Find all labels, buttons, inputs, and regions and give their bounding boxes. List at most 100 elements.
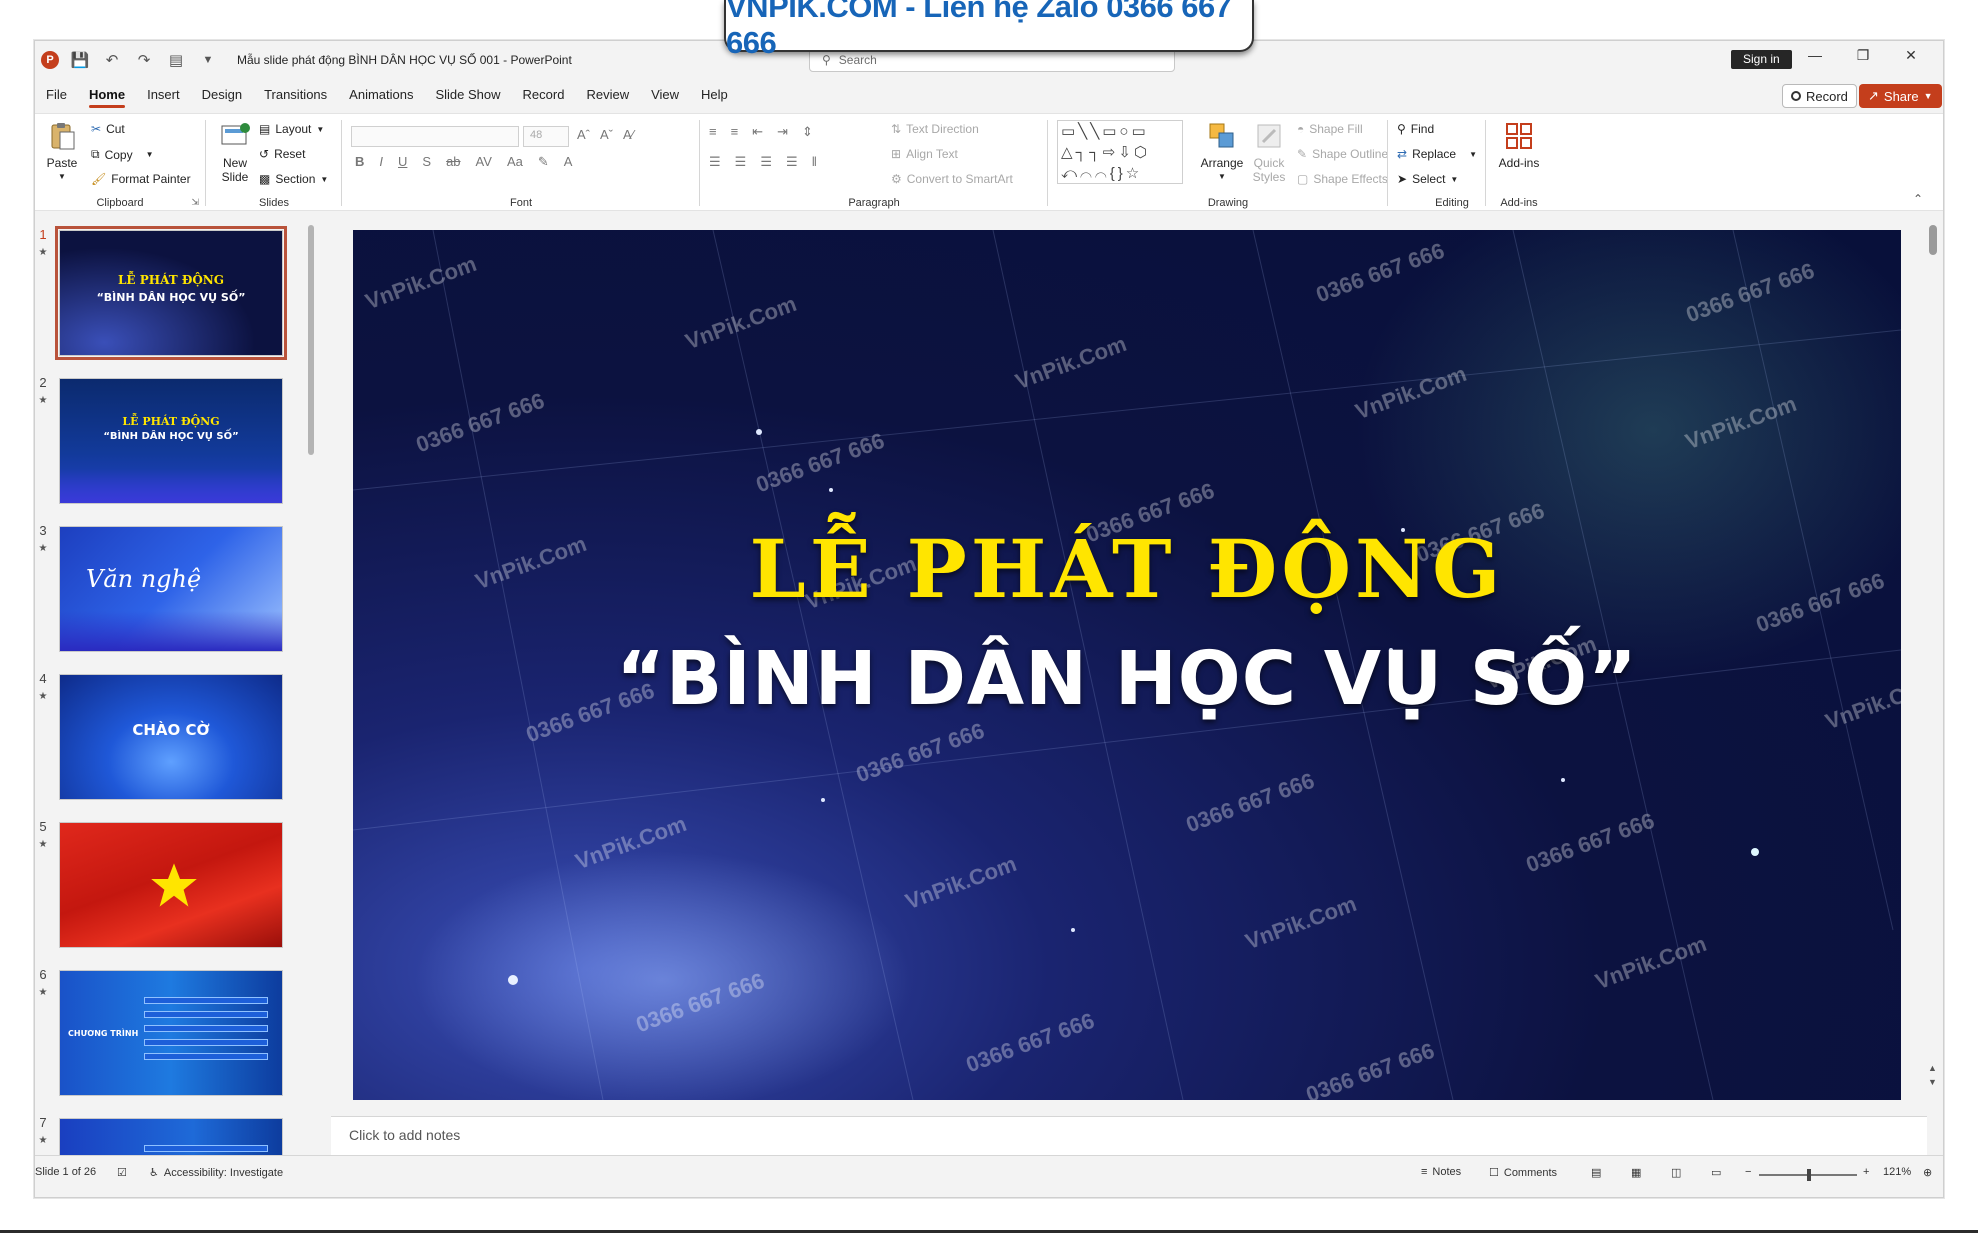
shape-outline-button[interactable]: ✎ Shape Outline bbox=[1297, 147, 1388, 161]
character-spacing-icon[interactable]: AV bbox=[476, 154, 492, 170]
numbering-icon[interactable]: ≡ bbox=[731, 124, 739, 140]
zoom-in-icon[interactable]: + bbox=[1863, 1166, 1869, 1178]
shape-fill-button[interactable]: ◓ Shape Fill bbox=[1297, 122, 1363, 136]
minimize-icon[interactable]: — bbox=[1791, 47, 1839, 64]
shapes-gallery[interactable]: ▭╲╲▭○▭ △┐┐⇨⇩⬡ ⤺⌒⌒{}☆ bbox=[1057, 120, 1183, 184]
strikethrough-icon[interactable]: ab bbox=[446, 154, 460, 170]
slide-thumbnail-6[interactable]: 6 ★ CHƯƠNG TRÌNH bbox=[35, 967, 305, 1107]
zoom-out-icon[interactable]: − bbox=[1745, 1166, 1751, 1178]
thumbnails-scrollbar[interactable] bbox=[307, 213, 315, 1157]
collapse-ribbon-icon[interactable]: ⌃ bbox=[1913, 192, 1923, 206]
comments-button[interactable]: ☐ Comments bbox=[1489, 1166, 1557, 1180]
align-left-icon[interactable]: ☰ bbox=[709, 154, 721, 170]
tab-view[interactable]: View bbox=[640, 79, 690, 111]
slide-thumbnail-5[interactable]: 5 ★ bbox=[35, 819, 305, 959]
reading-view-icon[interactable]: ◫ bbox=[1671, 1166, 1681, 1179]
italic-icon[interactable]: I bbox=[379, 154, 383, 170]
next-slide-icon[interactable]: ▼ bbox=[1928, 1077, 1937, 1087]
save-icon[interactable]: 💾 bbox=[69, 49, 91, 71]
restore-icon[interactable]: ❐ bbox=[1839, 47, 1887, 64]
slide-title[interactable]: LỄ PHÁT ĐỘNG bbox=[353, 522, 1901, 616]
align-center-icon[interactable]: ☰ bbox=[735, 154, 747, 170]
tab-help[interactable]: Help bbox=[690, 79, 739, 111]
shrink-font-icon[interactable]: Aˇ bbox=[600, 127, 613, 142]
zoom-slider-handle[interactable] bbox=[1807, 1169, 1811, 1181]
section-button[interactable]: ▩ Section ▼ bbox=[259, 172, 328, 186]
dialog-launcher-icon[interactable]: ⇲ bbox=[191, 197, 199, 208]
slide-thumbnail-7[interactable]: 7 ★ bbox=[35, 1115, 305, 1157]
tab-insert[interactable]: Insert bbox=[136, 79, 191, 111]
format-painter-button[interactable]: 🖌 Format Painter bbox=[91, 172, 191, 186]
clear-formatting-icon[interactable]: A∕ bbox=[623, 127, 634, 142]
notes-pane[interactable]: Click to add notes bbox=[331, 1116, 1927, 1156]
sign-in-button[interactable]: Sign in bbox=[1731, 50, 1792, 69]
change-case-icon[interactable]: Aa bbox=[507, 154, 523, 170]
convert-smartart-button[interactable]: ⚙ Convert to SmartArt bbox=[891, 172, 1013, 186]
quick-styles-button[interactable]: Quick Styles bbox=[1249, 120, 1289, 184]
justify-icon[interactable]: ☰ bbox=[786, 154, 798, 170]
copy-button[interactable]: ⧉ Copy ▼ bbox=[91, 147, 154, 162]
replace-button[interactable]: ⇄ Replace ▼ bbox=[1397, 147, 1477, 161]
layout-button[interactable]: ▤ Layout ▼ bbox=[259, 122, 324, 136]
zoom-slider[interactable] bbox=[1759, 1169, 1857, 1181]
tab-slide-show[interactable]: Slide Show bbox=[424, 79, 511, 111]
fit-to-window-icon[interactable]: ⊕ bbox=[1923, 1166, 1932, 1179]
text-direction-button[interactable]: ⇅ Text Direction bbox=[891, 122, 979, 136]
slide-sorter-icon[interactable]: ▦ bbox=[1631, 1166, 1641, 1179]
normal-view-icon[interactable]: ▤ bbox=[1591, 1166, 1601, 1179]
tab-transitions[interactable]: Transitions bbox=[253, 79, 338, 111]
redo-icon[interactable]: ↷ bbox=[133, 49, 155, 71]
font-color-icon[interactable]: A bbox=[564, 154, 573, 170]
align-right-icon[interactable]: ☰ bbox=[760, 154, 772, 170]
record-button[interactable]: Record bbox=[1782, 84, 1857, 108]
notes-toggle-button[interactable]: ≡ Notes bbox=[1421, 1166, 1461, 1178]
tab-home[interactable]: Home bbox=[78, 79, 136, 111]
align-text-button[interactable]: ⊞ Align Text bbox=[891, 147, 958, 161]
font-size-combo[interactable]: 48 bbox=[523, 126, 569, 147]
font-name-combo[interactable] bbox=[351, 126, 519, 147]
shape-effects-button[interactable]: ▢ Shape Effects bbox=[1297, 172, 1388, 186]
slide-thumbnail-1[interactable]: 1 ★ LỄ PHÁT ĐỘNG “BÌNH DÂN HỌC VỤ SỐ” bbox=[35, 226, 305, 367]
share-button[interactable]: ↗ Share ▼ bbox=[1859, 84, 1942, 108]
slide-thumbnail-3[interactable]: 3 ★ Văn nghệ bbox=[35, 523, 305, 663]
bullets-icon[interactable]: ≡ bbox=[709, 124, 717, 140]
addins-button[interactable]: Add-ins bbox=[1493, 120, 1545, 170]
tab-animations[interactable]: Animations bbox=[338, 79, 424, 111]
arrange-button[interactable]: Arrange ▼ bbox=[1199, 120, 1245, 184]
find-button[interactable]: ⚲ Find bbox=[1397, 122, 1434, 136]
underline-icon[interactable]: U bbox=[398, 154, 407, 170]
zoom-level[interactable]: 121% bbox=[1883, 1166, 1911, 1178]
columns-icon[interactable]: ‖ bbox=[812, 154, 817, 170]
scrollbar-thumb[interactable] bbox=[1929, 225, 1937, 255]
slide-thumbnail-4[interactable]: 4 ★ CHÀO CỜ bbox=[35, 671, 305, 811]
tab-design[interactable]: Design bbox=[191, 79, 253, 111]
previous-slide-icon[interactable]: ▲ bbox=[1928, 1063, 1937, 1073]
line-spacing-icon[interactable]: ⇕ bbox=[802, 124, 813, 140]
slide-scrollbar[interactable]: ▲ ▼ bbox=[1926, 211, 1940, 1101]
slide-thumbnail-2[interactable]: 2 ★ LỄ PHÁT ĐỘNG “BÌNH DÂN HỌC VỤ SỐ” bbox=[35, 375, 305, 515]
reset-button[interactable]: ↺ Reset bbox=[259, 147, 305, 161]
customize-toolbar-icon[interactable]: ▼ bbox=[197, 49, 219, 71]
slide-subtitle[interactable]: “BÌNH DÂN HỌC VỤ SỐ” bbox=[353, 636, 1901, 722]
slide-canvas[interactable]: VnPik.Com VnPik.Com VnPik.Com VnPik.Com … bbox=[353, 230, 1901, 1100]
increase-indent-icon[interactable]: ⇥ bbox=[777, 124, 788, 140]
undo-icon[interactable]: ↶ bbox=[101, 49, 123, 71]
paste-button[interactable]: Paste ▼ bbox=[43, 120, 81, 184]
slideshow-icon[interactable]: ▭ bbox=[1711, 1166, 1721, 1179]
tab-record[interactable]: Record bbox=[512, 79, 576, 111]
grow-font-icon[interactable]: Aˆ bbox=[577, 127, 590, 142]
cut-button[interactable]: ✂ Cut bbox=[91, 122, 125, 136]
select-button[interactable]: ➤ Select ▼ bbox=[1397, 172, 1458, 186]
new-slide-button[interactable]: New Slide bbox=[215, 120, 255, 184]
tab-review[interactable]: Review bbox=[575, 79, 640, 111]
close-icon[interactable]: ✕ bbox=[1887, 47, 1935, 64]
decrease-indent-icon[interactable]: ⇤ bbox=[752, 124, 763, 140]
spelling-icon[interactable]: ☑ bbox=[117, 1166, 127, 1179]
text-shadow-icon[interactable]: S bbox=[422, 154, 431, 170]
bold-icon[interactable]: B bbox=[355, 154, 364, 170]
highlight-icon[interactable]: ✎ bbox=[538, 154, 549, 170]
accessibility-button[interactable]: ♿ Accessibility: Investigate bbox=[149, 1166, 283, 1180]
present-from-start-icon[interactable]: ▤ bbox=[165, 49, 187, 71]
scrollbar-thumb[interactable] bbox=[308, 225, 314, 455]
tab-file[interactable]: File bbox=[35, 79, 78, 111]
